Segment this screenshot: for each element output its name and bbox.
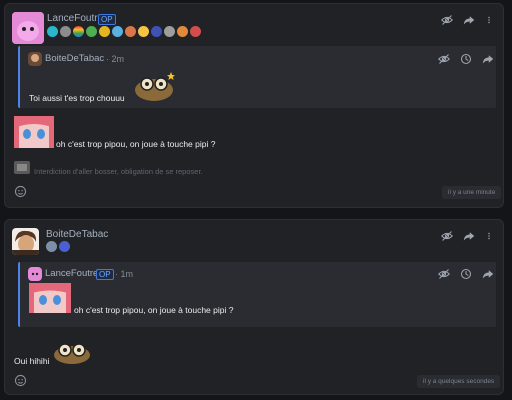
badge-icon	[46, 241, 57, 252]
post-card: BoiteDeTabac LanceFoutre OP · 1m oh c'es…	[4, 219, 504, 395]
add-reaction-icon[interactable]	[14, 374, 27, 387]
avatar[interactable]	[28, 52, 42, 66]
post-card: LanceFoutre OP BoiteDeTabac · 2m Toi aus…	[4, 3, 504, 208]
quote-text: oh c'est trop pipou, on joue à touche pi…	[74, 305, 234, 315]
badge-icon	[60, 26, 71, 37]
signature-text: Interdiction d'aller bosser, obligation …	[34, 167, 203, 176]
share-arrow-icon[interactable]	[482, 53, 494, 65]
post-timestamp: il y a quelques secondes	[417, 375, 501, 388]
quote-actions	[438, 53, 494, 65]
badge-list	[47, 26, 201, 37]
badge-icon	[73, 26, 84, 37]
share-arrow-icon[interactable]	[482, 268, 494, 280]
badge-list	[46, 241, 70, 252]
share-arrow-icon[interactable]	[463, 230, 475, 242]
quote-time: · 1m	[115, 269, 133, 279]
share-arrow-icon[interactable]	[463, 14, 475, 26]
hide-eye-icon[interactable]	[438, 268, 450, 280]
quote-username[interactable]: LanceFoutre	[45, 268, 98, 279]
history-icon[interactable]	[460, 268, 472, 280]
badge-icon	[190, 26, 201, 37]
more-dots-icon[interactable]	[485, 230, 493, 242]
badge-icon	[47, 26, 58, 37]
badge-icon	[125, 26, 136, 37]
sticker-image	[133, 70, 175, 102]
hide-eye-icon[interactable]	[441, 14, 453, 26]
badge-icon	[99, 26, 110, 37]
post-text: Oui hihihi	[14, 356, 50, 366]
hide-eye-icon[interactable]	[441, 230, 453, 242]
badge-icon	[151, 26, 162, 37]
avatar[interactable]	[12, 228, 39, 255]
sticker-image	[14, 116, 54, 148]
quote-time: · 2m	[106, 54, 124, 64]
op-badge: OP	[98, 14, 116, 25]
username[interactable]: BoiteDeTabac	[46, 229, 108, 240]
avatar[interactable]	[28, 267, 42, 281]
badge-icon	[112, 26, 123, 37]
hide-eye-icon[interactable]	[438, 53, 450, 65]
badge-icon	[164, 26, 175, 37]
badge-icon	[86, 26, 97, 37]
post-text: oh c'est trop pipou, on joue à touche pi…	[56, 139, 216, 149]
sticker-image	[52, 339, 92, 365]
badge-icon	[138, 26, 149, 37]
quote-username[interactable]: BoiteDeTabac	[45, 53, 104, 64]
history-icon[interactable]	[460, 53, 472, 65]
op-badge: OP	[96, 269, 114, 280]
post-actions	[441, 230, 493, 242]
quote-actions	[438, 268, 494, 280]
quote-text: Toi aussi t'es trop chouuu	[29, 93, 125, 103]
username[interactable]: LanceFoutre	[47, 13, 103, 24]
sticker-image	[29, 283, 71, 313]
quoted-message: LanceFoutre OP · 1m oh c'est trop pipou,…	[18, 262, 496, 327]
badge-icon	[59, 241, 70, 252]
quoted-message: BoiteDeTabac · 2m Toi aussi t'es trop ch…	[18, 46, 496, 108]
signature-icon	[14, 161, 30, 174]
add-reaction-icon[interactable]	[14, 185, 27, 198]
post-timestamp: il y a une minute	[442, 186, 502, 199]
avatar[interactable]	[12, 12, 44, 44]
post-actions	[441, 14, 493, 26]
badge-icon	[177, 26, 188, 37]
more-dots-icon[interactable]	[485, 14, 493, 26]
